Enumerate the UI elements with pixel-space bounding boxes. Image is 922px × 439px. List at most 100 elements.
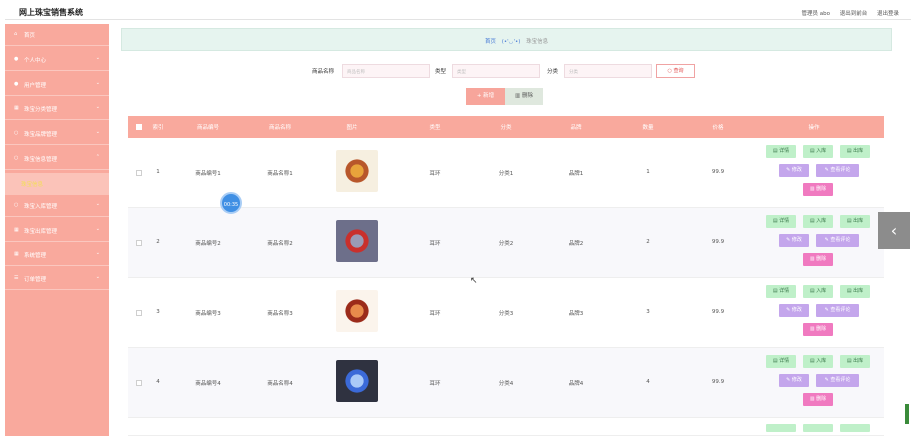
select-all-checkbox[interactable]	[136, 124, 142, 130]
stock-out-button[interactable]: ▤ 出库	[840, 285, 870, 298]
sidebar-item-jewelry-info[interactable]: ○ 珠宝信息管理 ⌃	[5, 148, 109, 170]
detail-button[interactable]: ▤ 详情	[766, 285, 796, 298]
stock-out-button[interactable]: ▤ 出库	[840, 215, 870, 228]
top-bar: 网上珠宝销售系统 管理员 abo 退出到前台 退出登录	[5, 5, 911, 20]
sidebar-item-system[interactable]: ▦ 系统管理 ⌄	[5, 244, 109, 266]
stock-out-label: 出库	[853, 288, 864, 294]
view-comments-button[interactable]: ✎ 查看评论	[816, 234, 859, 247]
edit-label: 修改	[791, 237, 802, 243]
row-delete-button[interactable]: ▥ 删除	[803, 253, 833, 266]
category-search-input[interactable]: 分类	[564, 64, 652, 78]
row-checkbox[interactable]	[136, 380, 142, 386]
row-delete-button[interactable]: ▥ 删除	[803, 393, 833, 406]
stock-in-button[interactable]: ▤ 入库	[803, 285, 833, 298]
cell-code: 商品编号2	[195, 241, 221, 247]
edit-button[interactable]: ✎ 修改	[779, 304, 809, 317]
document-icon: ▤	[846, 288, 852, 294]
table-row[interactable]: 2 商品编号2 商品名称2 耳环 分类2 品牌2 2 99.9 ▤ 详情 ▤ 入库 ▤ 出库 ✎ 修改…	[128, 208, 884, 278]
row-checkbox[interactable]	[136, 170, 142, 176]
detail-button[interactable]	[766, 424, 796, 432]
scrollbar-handle[interactable]	[905, 404, 909, 424]
sidebar-subitem-jewelry-info[interactable]: 珠宝信息	[5, 173, 109, 195]
row-checkbox[interactable]	[136, 310, 142, 316]
cell-brand: 品牌1	[568, 171, 584, 177]
edit-label: 修改	[791, 167, 802, 173]
stock-out-button[interactable]	[840, 424, 870, 432]
stock-in-button[interactable]: ▤ 入库	[803, 355, 833, 368]
row-delete-button[interactable]: ▥ 删除	[803, 183, 833, 196]
view-comments-button[interactable]: ✎ 查看评论	[816, 374, 859, 387]
stock-in-label: 入库	[816, 288, 827, 294]
view-comments-button[interactable]: ✎ 查看评论	[816, 164, 859, 177]
edit-icon: ✎	[786, 167, 791, 173]
breadcrumb-current: 珠宝信息	[526, 39, 549, 45]
edit-button[interactable]: ✎ 修改	[779, 164, 809, 177]
batch-delete-button[interactable]: ▥ 删除	[505, 88, 543, 105]
cell-brand: 品牌3	[568, 311, 584, 317]
sidebar-item-home[interactable]: ⌂ 首页	[5, 24, 109, 46]
name-search-input[interactable]: 商品名称	[342, 64, 430, 78]
chevron-left-icon[interactable]: ‹	[878, 212, 910, 249]
trash-icon: ▥	[515, 93, 521, 99]
cell-type: 耳环	[429, 171, 441, 177]
sidebar-item-profile[interactable]: ● 个人中心 ⌄	[5, 49, 109, 71]
row-checkbox[interactable]	[136, 240, 142, 246]
cell-category: 分类4	[498, 381, 514, 387]
cell-type: 耳环	[429, 241, 441, 247]
trash-icon: ▥	[809, 396, 815, 402]
detail-button[interactable]: ▤ 详情	[766, 215, 796, 228]
edit-button[interactable]: ✎ 修改	[779, 374, 809, 387]
sidebar-item-users[interactable]: ● 用户管理 ⌄	[5, 74, 109, 96]
back-to-front-link[interactable]: 退出到前台	[840, 11, 868, 17]
sidebar-item-category[interactable]: ▦ 珠宝分类管理 ⌄	[5, 98, 109, 120]
cell-index: 3	[156, 309, 160, 315]
header-quantity: 数量	[642, 125, 654, 131]
type-search-input[interactable]: 类型	[452, 64, 540, 78]
breadcrumb-home[interactable]: 首页	[485, 39, 496, 45]
sidebar-item-label: 珠宝出库管理	[24, 229, 58, 235]
detail-label: 详情	[779, 148, 790, 154]
sidebar-item-brand[interactable]: ○ 珠宝品牌管理 ⌄	[5, 123, 109, 145]
product-image	[336, 290, 378, 332]
row-delete-button[interactable]: ▥ 删除	[803, 323, 833, 336]
chevron-down-icon: ⌄	[95, 226, 100, 232]
stock-out-button[interactable]: ▤ 出库	[840, 145, 870, 158]
sidebar-item-stock-in[interactable]: ○ 珠宝入库管理 ⌄	[5, 195, 109, 217]
cell-type: 耳环	[429, 311, 441, 317]
header-image: 图片	[346, 125, 358, 131]
sidebar-item-orders[interactable]: ☰ 订单管理 ⌄	[5, 268, 109, 290]
trash-icon: ▥	[809, 186, 815, 192]
product-image	[336, 150, 378, 192]
sidebar-item-stock-out[interactable]: ▦ 珠宝出库管理 ⌄	[5, 220, 109, 242]
document-icon: ▤	[809, 358, 815, 364]
query-button[interactable]: ○ 查询	[656, 64, 695, 78]
stock-in-button[interactable]	[803, 424, 833, 432]
product-image	[336, 220, 378, 262]
cell-price: 99.9	[711, 169, 725, 175]
table-row[interactable]	[128, 418, 884, 436]
table-row[interactable]: 4 商品编号4 商品名称4 耳环 分类4 品牌4 4 99.9 ▤ 详情 ▤ 入库 ▤ 出库 ✎ 修改…	[128, 348, 884, 418]
user-icon: ●	[14, 56, 19, 62]
stock-out-button[interactable]: ▤ 出库	[840, 355, 870, 368]
stock-in-button[interactable]: ▤ 入库	[803, 215, 833, 228]
row-delete-label: 删除	[816, 326, 827, 332]
grid-icon: ▦	[14, 251, 19, 257]
cell-name: 商品名称4	[267, 381, 293, 387]
view-comments-button[interactable]: ✎ 查看评论	[816, 304, 859, 317]
logout-link[interactable]: 退出登录	[877, 11, 899, 17]
trash-icon: ▥	[809, 256, 815, 262]
add-button[interactable]: + 新增	[466, 88, 505, 105]
row-delete-label: 删除	[816, 396, 827, 402]
stock-in-button[interactable]: ▤ 入库	[803, 145, 833, 158]
detail-label: 详情	[779, 218, 790, 224]
table-row[interactable]: 1 商品编号1 商品名称1 耳环 分类1 品牌1 1 99.9 ▤ 详情 ▤ 入库 ▤ 出库 ✎ 修改…	[128, 138, 884, 208]
table-row[interactable]: 3 商品编号3 商品名称3 耳环 分类3 品牌3 3 99.9 ▤ 详情 ▤ 入库 ▤ 出库 ✎ 修改…	[128, 278, 884, 348]
header-actions: 操作	[808, 125, 820, 131]
header-index: 索引	[152, 125, 164, 131]
breadcrumb-emoticon: (•'◡'•)	[501, 39, 521, 45]
detail-button[interactable]: ▤ 详情	[766, 355, 796, 368]
chevron-up-icon: ⌃	[95, 154, 100, 160]
circle-icon: ○	[14, 130, 19, 136]
detail-button[interactable]: ▤ 详情	[766, 145, 796, 158]
edit-button[interactable]: ✎ 修改	[779, 234, 809, 247]
